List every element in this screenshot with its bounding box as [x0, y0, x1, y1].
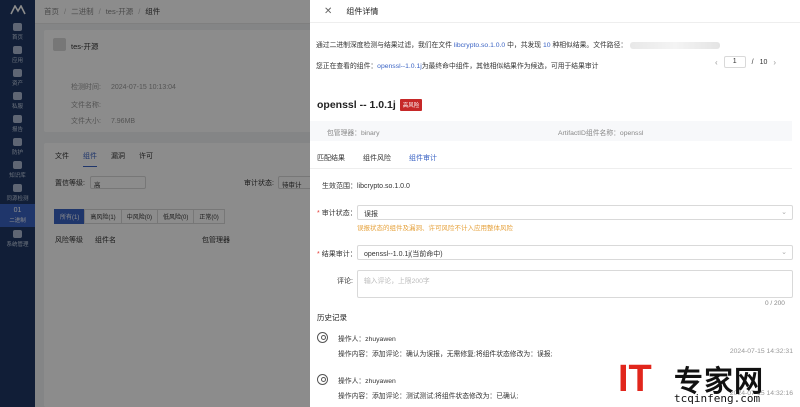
user-icon — [317, 374, 328, 385]
tab-component-audit[interactable]: 组件审计 — [409, 153, 437, 169]
char-count: 0 / 200 — [765, 300, 785, 307]
tabs-divider — [310, 168, 792, 169]
chevron-left-icon[interactable]: ‹ — [715, 58, 718, 67]
page-input[interactable]: 1 — [723, 56, 746, 68]
file-link[interactable]: libcrypto.so.1.0.0 — [454, 42, 505, 49]
page-total: 10 — [759, 58, 768, 66]
user-icon — [317, 332, 328, 343]
audit-status-label: * 审计状态： — [317, 210, 357, 217]
artifact-id: ArtifactID组件名称：openssl — [558, 130, 644, 137]
result-audit-select[interactable]: openssl--1.0.1j(当前命中) ⌄ — [357, 245, 793, 260]
result-audit-label: * 结果审计： — [317, 251, 357, 258]
detail-tabs: 匹配结果 组件风险 组件审计 — [317, 153, 437, 169]
result-pager: ‹ 1 / 10 › — [715, 56, 777, 68]
comment-label: 评论: — [337, 278, 353, 285]
drawer-header: ✕ 组件详情 — [310, 0, 800, 23]
drawer-title: 组件详情 — [346, 6, 379, 16]
component-detail-drawer: ✕ 组件详情 通过二进制深度检测与结果过滤，我们在文件 libcrypto.so… — [310, 0, 800, 407]
watermark-logo: IT 专家网 tcqinfeng.com — [618, 358, 765, 405]
chevron-down-icon: ⌄ — [781, 209, 787, 216]
info-alert: 通过二进制深度检测与结果过滤，我们在文件 libcrypto.so.1.0.0 … — [310, 29, 800, 79]
chevron-right-icon[interactable]: › — [773, 58, 776, 67]
component-link[interactable]: openssl--1.0.1j — [377, 63, 422, 70]
alert-line-1: 通过二进制深度检测与结果过滤，我们在文件 libcrypto.so.1.0.0 … — [316, 39, 721, 49]
tab-match-results[interactable]: 匹配结果 — [317, 153, 345, 169]
history-title: 历史记录 — [317, 313, 347, 322]
component-title: openssl -- 1.0.1j 高风险 — [317, 99, 423, 111]
chevron-down-icon: ⌄ — [781, 249, 787, 256]
component-meta: 包管理器：binary ArtifactID组件名称：openssl — [310, 121, 792, 141]
package-manager: 包管理器：binary — [327, 130, 380, 137]
comment-textarea[interactable]: 输入评论，上限200字 — [357, 270, 793, 298]
tab-component-risk[interactable]: 组件风险 — [363, 153, 391, 169]
redacted-path — [630, 41, 721, 49]
scope-row: 生效范围：libcrypto.so.1.0.0 — [322, 183, 410, 190]
audit-warning: 误报状态的组件及漏洞、许可风险不计入应用整体风险 — [357, 225, 513, 232]
audit-status-select[interactable]: 误报 ⌄ — [357, 205, 793, 220]
risk-badge: 高风险 — [399, 99, 423, 111]
alert-line-2: 您正在查看的组件：openssl--1.0.1j为最终命中组件，其他相似结果作为… — [316, 63, 599, 70]
close-icon[interactable]: ✕ — [324, 6, 332, 17]
